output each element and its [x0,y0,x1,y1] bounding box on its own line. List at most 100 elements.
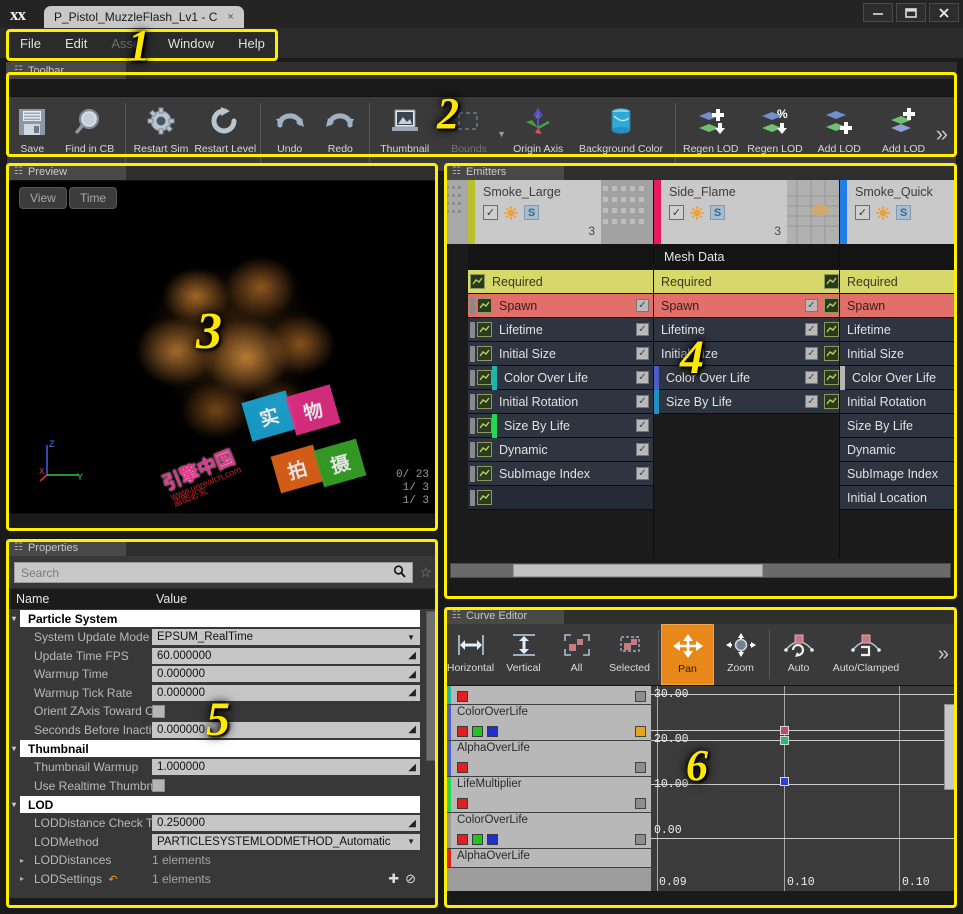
curve-toggle-icon[interactable] [824,370,839,385]
emitter-enabled-checkbox[interactable]: ✓ [855,205,870,220]
module-row-required[interactable]: Required [840,270,957,294]
emitter-render-icon[interactable] [876,206,890,220]
property-row-warmup-tick-rate[interactable]: Warmup Tick Rate 0.000000 ◢ [6,684,438,703]
property-row-thumbnail-warmup[interactable]: Thumbnail Warmup 1.000000 ◢ [6,758,438,777]
property-row-use-realtime-thumbnail[interactable]: Use Realtime Thumbna [6,777,438,796]
chevron-down-icon[interactable]: ▾ [12,800,16,809]
module-row-spawn[interactable]: Spawn [840,294,957,318]
tab-properties[interactable]: ☷ Properties [6,539,126,556]
emitter-render-icon[interactable] [504,206,518,220]
property-group-lod[interactable]: ▾ LOD [20,796,420,813]
chevron-down-icon[interactable]: ▼ [407,633,415,642]
module-drag-handle[interactable] [470,442,475,458]
curve-swatch-red[interactable] [457,762,468,773]
track-visibility-toggle[interactable] [635,762,646,773]
module-enabled-checkbox[interactable]: ✓ [805,347,818,360]
toolbar-button-find-in-cb[interactable]: Find in CB [58,97,122,171]
toolbar-button-save[interactable]: Save [7,97,58,171]
property-value-number[interactable]: 0.250000 ◢ [152,815,420,831]
module-enabled-checkbox[interactable]: ✓ [636,467,649,480]
tab-emitters[interactable]: ☷ Emitters [444,163,564,180]
toolbar-button-add-lod-after[interactable]: Add LOD [871,97,935,171]
curve-toggle-icon[interactable] [824,298,839,313]
maximize-button[interactable] [896,3,926,22]
toolbar-overflow-icon[interactable]: » [936,97,956,171]
track-visibility-toggle[interactable] [635,726,646,737]
module-enabled-checkbox[interactable]: ✓ [636,347,649,360]
curve-button-vertical[interactable]: Vertical [497,624,550,685]
module-row-color-over-life[interactable]: Color Over Life [840,366,957,390]
property-value-checkbox[interactable] [152,779,165,792]
module-row-size-by-life[interactable]: Size By Life ✓ [468,414,653,438]
property-row-system-update-mode[interactable]: System Update Mode EPSUM_RealTime ▼ [6,628,438,647]
module-row-initial-size[interactable]: Initial Size ✓ [654,342,839,366]
property-value-combo[interactable]: EPSUM_RealTime ▼ [152,629,420,645]
curve-toggle-icon[interactable] [477,442,492,457]
module-row-initial-rotation[interactable]: Initial Rotation ✓ [468,390,653,414]
curve-graph-scrollbar[interactable] [944,704,955,790]
clear-icon[interactable]: ⊘ [405,871,416,887]
spinner-icon[interactable]: ◢ [408,650,416,661]
module-row-initial-size[interactable]: Initial Size ✓ [468,342,653,366]
module-row-lifetime[interactable]: Lifetime ✓ [654,318,839,342]
toolbar-button-restart-level[interactable]: Restart Level [193,97,257,171]
module-enabled-checkbox[interactable]: ✓ [636,323,649,336]
chevron-right-icon[interactable]: ▸ [20,874,24,883]
module-row-extra[interactable] [468,486,653,510]
module-row-initial-location[interactable]: Initial Location [840,486,957,510]
curve-toggle-icon[interactable] [477,466,492,481]
properties-list[interactable]: ▾ Particle System System Update Mode EPS… [6,609,438,898]
spinner-icon[interactable]: ◢ [408,669,416,680]
property-value-checkbox[interactable] [152,705,165,718]
module-enabled-checkbox[interactable]: ✓ [805,371,818,384]
property-group-thumbnail[interactable]: ▾ Thumbnail [20,740,420,757]
property-value-number[interactable]: 1.000000 ◢ [152,759,420,775]
curve-button-zoom[interactable]: Zoom [714,624,767,685]
toolbar-button-thumbnail[interactable]: Thumbnail [373,97,437,171]
property-row-lod-distances[interactable]: ▸ LODDistances 1 elements [6,851,438,870]
emitters-horizontal-scrollbar[interactable] [450,563,951,578]
curve-button-auto[interactable]: Auto [772,624,825,685]
curve-track[interactable]: AlphaOverLife [444,849,651,868]
emitter-render-icon[interactable] [690,206,704,220]
spinner-icon[interactable]: ◢ [408,762,416,773]
toolbar-button-redo[interactable]: Redo [315,97,366,171]
module-drag-handle[interactable] [470,346,475,362]
curve-track[interactable]: ColorOverLife [444,705,651,741]
reset-arrow-icon[interactable]: ↶ [108,874,117,886]
spinner-icon[interactable]: ◢ [408,724,416,735]
emitter-column-side-flame[interactable]: Side_Flame ✓ S 3 [654,180,840,558]
viewport-view-button[interactable]: View [19,187,67,209]
curve-swatch-green[interactable] [472,834,483,845]
curve-swatch-blue[interactable] [487,726,498,737]
track-visibility-toggle[interactable] [635,691,646,702]
emitter-solo-button[interactable]: S [896,205,911,220]
curve-key-point-green[interactable] [780,736,789,745]
module-row-spawn[interactable]: Spawn ✓ [654,294,839,318]
preview-viewport[interactable]: View Time Z Y X 0/ 23 1/ 3 1/ 3 [6,180,438,514]
property-value-number[interactable]: 60.000000 ◢ [152,648,420,664]
module-row-lifetime[interactable]: Lifetime [840,318,957,342]
property-value-number[interactable]: 0.000000 ◢ [152,722,420,738]
module-row-spawn[interactable]: Spawn ✓ [468,294,653,318]
curve-toggle-icon[interactable] [477,394,492,409]
module-enabled-checkbox[interactable]: ✓ [636,371,649,384]
module-row-required[interactable]: Required [654,270,839,294]
document-tab-close-icon[interactable]: × [227,11,233,23]
module-row-dynamic[interactable]: Dynamic [840,438,957,462]
property-row-lod-method[interactable]: LODMethod PARTICLESYSTEMLODMETHOD_Automa… [6,833,438,852]
curve-overflow-icon[interactable]: » [938,624,957,685]
curve-toggle-icon[interactable] [824,322,839,337]
emitter-thumbnail[interactable] [787,180,839,244]
module-row-size-by-life[interactable]: Size By Life [840,414,957,438]
module-enabled-checkbox[interactable]: ✓ [636,443,649,456]
module-row-required[interactable]: Required [468,270,653,294]
tab-curve-editor[interactable]: ☷ Curve Editor [444,607,564,624]
module-enabled-checkbox[interactable]: ✓ [805,395,818,408]
emitter-header[interactable]: Smoke_Large ✓ S 3 [468,180,653,244]
curve-toggle-icon[interactable] [824,346,839,361]
curve-button-all[interactable]: All [550,624,603,685]
module-enabled-checkbox[interactable]: ✓ [636,395,649,408]
emitter-column-smoke-quick[interactable]: Smoke_Quick ✓ S [840,180,957,558]
curve-toggle-icon[interactable] [470,274,485,289]
